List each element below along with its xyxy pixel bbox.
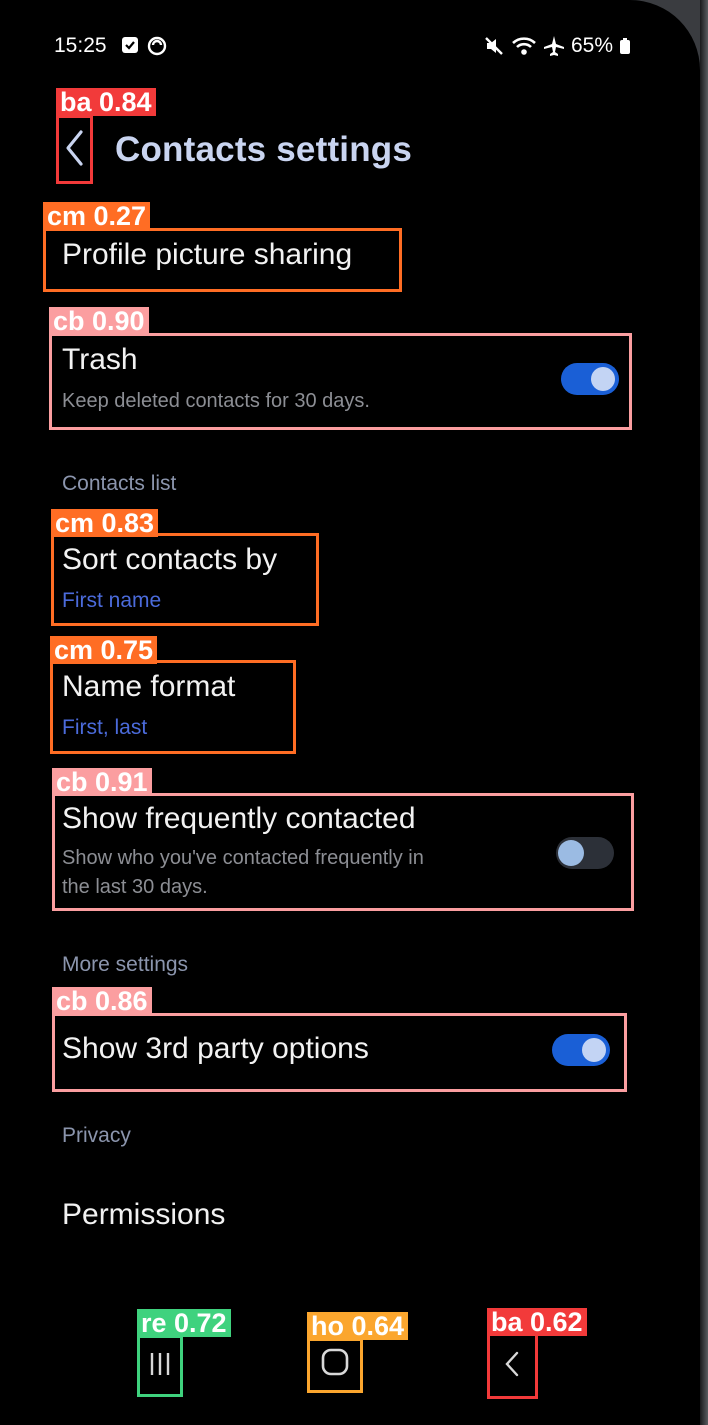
detection-box [307,1338,363,1393]
status-right-icons: 65% [483,34,631,58]
detection-label: ba 0.84 [56,88,156,116]
detection-box [51,533,319,626]
detection-label: cm 0.75 [50,636,158,664]
detection-label: ho 0.64 [307,1312,409,1340]
detection-box [52,1013,627,1092]
detection-label: cm 0.27 [43,202,151,230]
permissions-label: Permissions [62,1198,226,1231]
detection-label: ba 0.62 [487,1308,587,1336]
page-title: Contacts settings [115,130,413,169]
airplane-icon [543,35,565,57]
battery-icon [619,37,631,55]
detection-label: cb 0.90 [49,307,149,335]
battery-percent: 65% [571,34,614,57]
phone-bezel [700,0,708,1425]
mute-icon [483,35,505,57]
detection-box [56,115,93,184]
section-header-privacy: Privacy [62,1124,131,1147]
detection-label: cb 0.91 [52,768,152,796]
detection-box [49,333,632,430]
detection-box [43,228,402,292]
section-header-more-settings: More settings [62,953,189,976]
permissions-row[interactable]: Permissions [62,1198,225,1232]
detection-box [137,1335,183,1397]
detection-box [487,1333,538,1399]
sync-icon [147,36,167,56]
detection-box [50,660,296,754]
detection-box [52,793,634,911]
detection-label: cb 0.86 [52,987,152,1015]
wifi-icon [511,35,537,57]
section-header-contacts-list: Contacts list [62,472,177,495]
notification-check-icon [121,36,139,56]
status-time: 15:25 [54,34,107,57]
detection-label: re 0.72 [137,1309,231,1337]
detection-label: cm 0.83 [51,509,159,537]
status-left-icons [121,36,167,56]
